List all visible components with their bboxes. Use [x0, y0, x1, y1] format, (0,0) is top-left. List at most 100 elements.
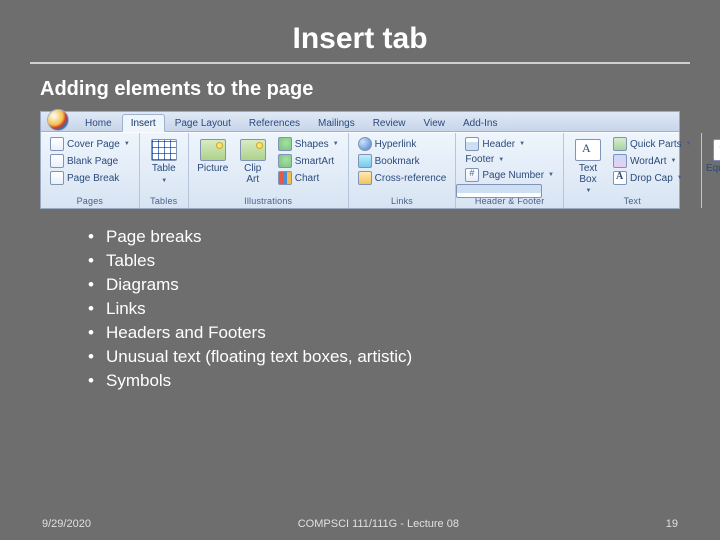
chart-button[interactable]: Chart — [275, 170, 342, 186]
equation-button[interactable]: Equation ▼ — [708, 136, 720, 184]
drop-cap-icon — [613, 171, 627, 185]
crossref-icon — [358, 171, 372, 185]
group-tables-label: Tables — [146, 194, 182, 208]
quick-parts-icon — [613, 137, 627, 151]
textbox-button[interactable]: Text Box ▼ — [570, 136, 606, 194]
page-number-label: Page Number — [482, 170, 544, 181]
textbox-icon — [575, 139, 601, 161]
shapes-button[interactable]: Shapes ▼ — [275, 136, 342, 152]
table-icon — [151, 139, 177, 161]
table-label: Table — [152, 164, 176, 175]
group-pages-label: Pages — [47, 194, 133, 208]
chevron-down-icon: ▼ — [519, 141, 525, 147]
tab-mailings[interactable]: Mailings — [310, 115, 363, 131]
cover-page-label: Cover Page — [67, 139, 120, 150]
smartart-button[interactable]: SmartArt — [275, 153, 342, 169]
group-illustrations: Picture Clip Art Shapes ▼ SmartArt — [189, 133, 349, 208]
header-label: Header — [482, 139, 515, 150]
textbox-label: Text Box — [574, 164, 602, 185]
quick-parts-button[interactable]: Quick Parts ▼ — [610, 136, 695, 152]
chevron-down-icon: ▼ — [548, 172, 554, 178]
chevron-down-icon: ▼ — [671, 158, 677, 164]
picture-button[interactable]: Picture — [195, 136, 231, 175]
group-text-label: Text — [570, 194, 695, 208]
tab-page-layout[interactable]: Page Layout — [167, 115, 239, 131]
tab-home[interactable]: Home — [77, 115, 120, 131]
list-item: Headers and Footers — [88, 323, 720, 343]
tab-addins[interactable]: Add-Ins — [455, 115, 505, 131]
smartart-icon — [278, 154, 292, 168]
clipart-icon — [240, 139, 266, 161]
group-pages: Cover Page ▼ Blank Page Page Break Pages — [41, 133, 140, 208]
ribbon-tabstrip: Home Insert Page Layout References Maili… — [41, 112, 679, 132]
list-item: Symbols — [88, 371, 720, 391]
chevron-down-icon: ▼ — [686, 141, 692, 147]
list-item: Page breaks — [88, 227, 720, 247]
chart-label: Chart — [295, 173, 319, 184]
hyperlink-label: Hyperlink — [375, 139, 417, 150]
page-number-icon — [465, 168, 479, 182]
wordart-label: WordArt — [630, 156, 667, 167]
blank-page-icon — [50, 154, 64, 168]
quick-parts-label: Quick Parts — [630, 139, 682, 150]
list-item: Tables — [88, 251, 720, 271]
list-item: Links — [88, 299, 720, 319]
slide-footer: 9/29/2020 COMPSCI 111/111G - Lecture 08 … — [0, 518, 720, 530]
cover-page-button[interactable]: Cover Page ▼ — [47, 136, 133, 152]
tab-view[interactable]: View — [416, 115, 454, 131]
chevron-down-icon: ▼ — [677, 175, 683, 181]
chevron-down-icon: ▼ — [498, 157, 504, 163]
footer-page: 19 — [666, 518, 678, 530]
blank-page-button[interactable]: Blank Page — [47, 153, 133, 169]
group-symbols: Equation ▼ Symbol ▼ Symbols — [702, 133, 720, 208]
bookmark-button[interactable]: Bookmark — [355, 153, 450, 169]
office-button[interactable] — [47, 109, 69, 131]
drop-cap-button[interactable]: Drop Cap ▼ — [610, 170, 695, 186]
equation-label: Equation — [706, 164, 720, 175]
wordart-icon — [613, 154, 627, 168]
shapes-icon — [278, 137, 292, 151]
picture-label: Picture — [197, 164, 228, 175]
tab-review[interactable]: Review — [365, 115, 414, 131]
footer-icon — [456, 184, 542, 198]
clipart-button[interactable]: Clip Art — [235, 136, 271, 185]
picture-icon — [200, 139, 226, 161]
group-links: Hyperlink Bookmark Cross-reference Links — [349, 133, 457, 208]
list-item: Diagrams — [88, 275, 720, 295]
page-break-icon — [50, 171, 64, 185]
chevron-down-icon: ▼ — [124, 141, 130, 147]
list-item: Unusual text (floating text boxes, artis… — [88, 347, 720, 367]
footer-button[interactable]: Footer ▼ — [462, 153, 557, 166]
footer-date: 9/29/2020 — [42, 518, 91, 530]
group-illustrations-label: Illustrations — [195, 194, 342, 208]
blank-page-label: Blank Page — [67, 156, 118, 167]
bookmark-label: Bookmark — [375, 156, 420, 167]
shapes-label: Shapes — [295, 139, 329, 150]
header-button[interactable]: Header ▼ — [462, 136, 557, 152]
chevron-down-icon: ▼ — [333, 141, 339, 147]
crossref-label: Cross-reference — [375, 173, 447, 184]
crossref-button[interactable]: Cross-reference — [355, 170, 450, 186]
hyperlink-icon — [358, 137, 372, 151]
ribbon-body: Cover Page ▼ Blank Page Page Break Pages — [41, 132, 679, 208]
hyperlink-button[interactable]: Hyperlink — [355, 136, 450, 152]
slide-title-bar: Insert tab — [30, 0, 690, 64]
group-header-footer: Header▼ Footer▼ Page Number▼ Header & Fo… — [456, 133, 564, 208]
slide-title: Insert tab — [30, 22, 690, 56]
wordart-button[interactable]: WordArt ▼ — [610, 153, 695, 169]
footer-label: Footer — [465, 154, 494, 165]
tab-references[interactable]: References — [241, 115, 308, 131]
footer-course: COMPSCI 111/111G - Lecture 08 — [298, 518, 459, 530]
bullet-list: Page breaks Tables Diagrams Links Header… — [88, 227, 720, 391]
equation-icon — [713, 139, 720, 161]
page-break-button[interactable]: Page Break — [47, 170, 133, 186]
page-break-label: Page Break — [67, 173, 119, 184]
tab-insert[interactable]: Insert — [122, 114, 165, 132]
header-icon — [465, 137, 479, 151]
slide-subtitle: Adding elements to the page — [40, 78, 720, 101]
drop-cap-label: Drop Cap — [630, 173, 673, 184]
ribbon-screenshot: Home Insert Page Layout References Maili… — [40, 111, 680, 209]
table-button[interactable]: Table ▼ — [146, 136, 182, 184]
page-number-button[interactable]: Page Number ▼ — [462, 167, 557, 183]
chevron-down-icon: ▼ — [161, 178, 167, 184]
